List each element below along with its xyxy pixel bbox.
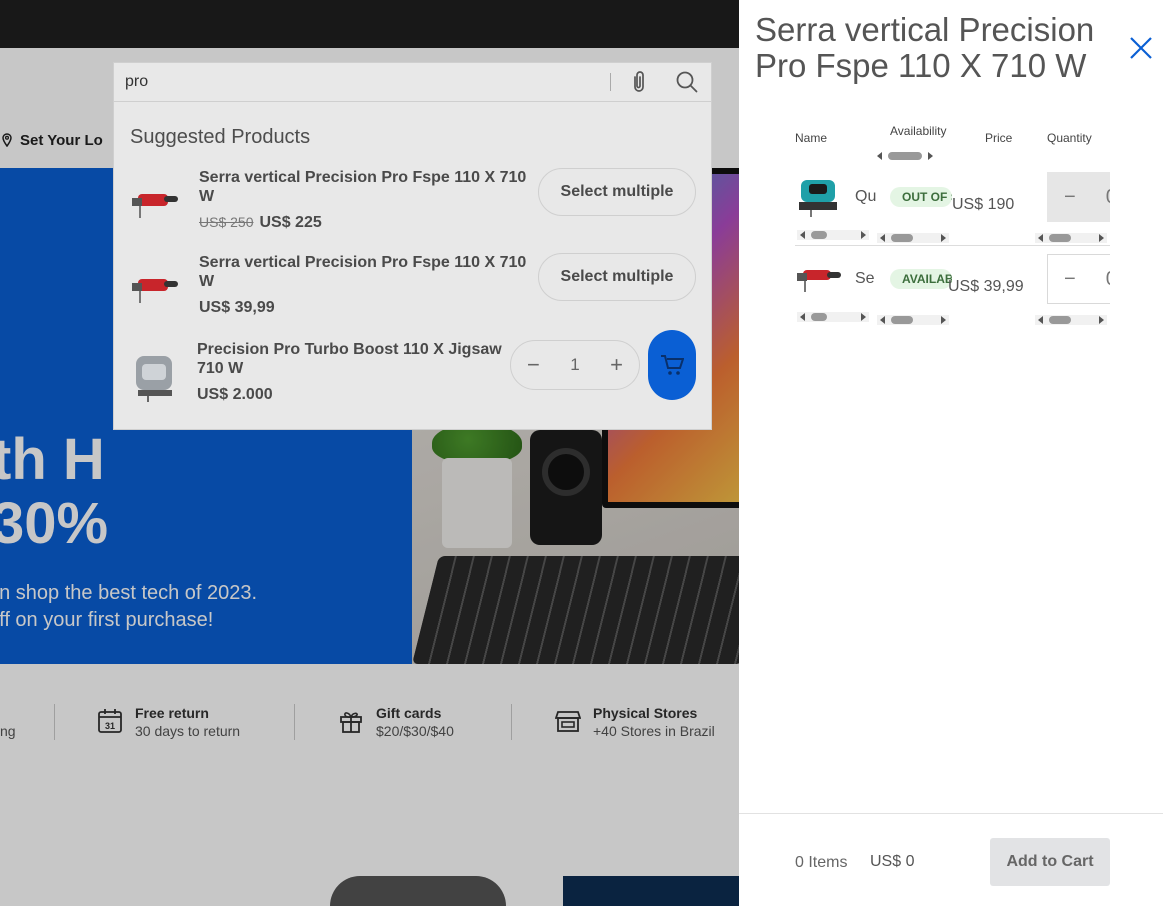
suggestions-title: Suggested Products [130, 126, 311, 148]
suggestion-price: US$ 39,99 [199, 299, 275, 316]
variant-price: US$ 190 [952, 196, 1015, 213]
availability-badge: AVAILABLE [890, 269, 952, 289]
decrement-button[interactable]: − [527, 354, 540, 376]
variants-table: Name Availability Price Quantity Qu OUT … [795, 118, 1110, 333]
select-multiple-button[interactable]: Select multiple [538, 253, 696, 301]
column-header-availability: Availability [890, 124, 947, 138]
suggestion-name: Serra vertical Precision Pro Fspe 110 X … [199, 169, 527, 205]
column-header-quantity: Quantity [1047, 131, 1092, 145]
paperclip-icon [634, 71, 644, 92]
decrement-button[interactable]: − [1064, 186, 1076, 209]
availability-cell-scrollbar[interactable] [877, 315, 949, 325]
suggestion-price: US$ 250 US$ 225 [199, 214, 322, 232]
quantity-value[interactable]: 1 [570, 355, 579, 375]
search-button[interactable] [675, 70, 699, 94]
increment-button[interactable]: + [610, 354, 623, 376]
attach-button[interactable] [627, 70, 651, 94]
jigsaw-product-image [797, 270, 841, 292]
drawer-footer: 0 Items US$ 0 Add to Cart [739, 813, 1163, 906]
cart-icon [661, 355, 684, 375]
suggestion-current-price: US$ 225 [259, 214, 322, 231]
variant-name: Se [855, 270, 875, 287]
quantity-stepper: − 1 + [510, 340, 640, 390]
search-bar [113, 62, 712, 102]
product-variants-drawer: Serra vertical Precision Pro Fspe 110 X … [739, 0, 1163, 906]
name-cell-scrollbar[interactable] [797, 230, 869, 240]
availability-badge: OUT OF STOCK [890, 187, 952, 207]
availability-cell-scrollbar[interactable] [877, 233, 949, 243]
search-suggestions-panel: Suggested Products Serra vertical Precis… [113, 102, 712, 430]
jigsaw-product-image [136, 356, 172, 402]
jigsaw-product-image [799, 180, 837, 217]
quantity-cell-scrollbar[interactable] [1035, 315, 1107, 325]
suggestion-old-price: US$ 250 [199, 214, 254, 230]
items-count: 0 Items [795, 854, 848, 871]
add-to-cart-button[interactable]: Add to Cart [990, 838, 1110, 886]
suggestion-name: Serra vertical Precision Pro Fspe 110 X … [199, 254, 527, 290]
name-cell-scrollbar[interactable] [797, 312, 869, 322]
add-to-cart-button[interactable] [648, 330, 696, 400]
jigsaw-product-image [132, 279, 178, 303]
variant-price: US$ 39,99 [948, 278, 1024, 295]
quantity-value[interactable]: 0 [1106, 186, 1110, 209]
availability-header-scrollbar[interactable] [877, 151, 933, 161]
quantity-input[interactable]: − 0 [1047, 172, 1110, 222]
search-input[interactable] [114, 63, 610, 101]
quantity-input[interactable]: − 0 [1047, 254, 1110, 304]
search-icon [676, 71, 698, 93]
background-page: Set Your Lo th H 30% an shop the best te… [0, 0, 739, 906]
column-header-name: Name [795, 131, 828, 145]
row-divider [795, 245, 1110, 246]
column-header-price: Price [985, 131, 1013, 145]
quantity-value[interactable]: 0 [1106, 268, 1110, 291]
drawer-title: Serra vertical Precision Pro Fspe 110 X … [755, 11, 1095, 84]
search-divider [610, 73, 611, 91]
variant-name: Qu [855, 188, 877, 205]
total-price: US$ 0 [870, 853, 915, 870]
jigsaw-product-image [132, 194, 178, 218]
quantity-cell-scrollbar[interactable] [1035, 233, 1107, 243]
select-multiple-button[interactable]: Select multiple [538, 168, 696, 216]
suggestion-price: US$ 2.000 [197, 386, 273, 403]
decrement-button[interactable]: − [1064, 268, 1076, 291]
close-icon[interactable] [1128, 35, 1154, 61]
suggestion-name: Precision Pro Turbo Boost 110 X Jigsaw 7… [197, 341, 502, 377]
